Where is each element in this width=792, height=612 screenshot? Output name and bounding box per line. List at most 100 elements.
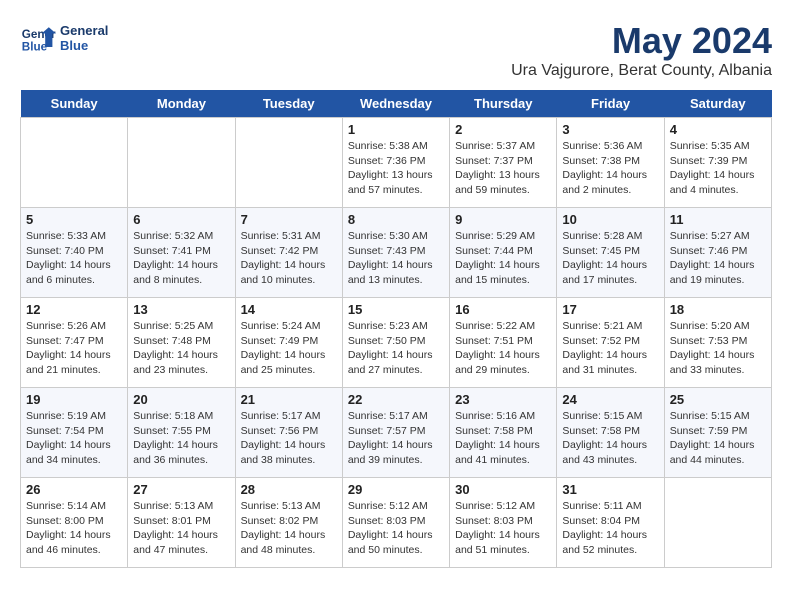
cell-info: Sunrise: 5:32 AM Sunset: 7:41 PM Dayligh… [133,229,229,288]
calendar-cell: 15 Sunrise: 5:23 AM Sunset: 7:50 PM Dayli… [342,298,449,388]
date-number: 1 [348,122,444,137]
date-number: 24 [562,392,658,407]
date-number: 14 [241,302,337,317]
week-row-1: 5 Sunrise: 5:33 AM Sunset: 7:40 PM Daylig… [21,208,772,298]
calendar-cell: 23Sunrise: 5:16 AM Sunset: 7:58 PM Dayli… [450,388,557,478]
cell-info: Sunrise: 5:28 AM Sunset: 7:45 PM Dayligh… [562,229,658,288]
cell-info: Sunrise: 5:26 AM Sunset: 7:47 PM Dayligh… [26,319,122,378]
cell-info: Sunrise: 5:22 AM Sunset: 7:51 PM Dayligh… [455,319,551,378]
calendar-cell: 24 Sunrise: 5:15 AM Sunset: 7:58 PM Dayli… [557,388,664,478]
calendar-cell: 25Sunrise: 5:15 AM Sunset: 7:59 PM Dayli… [664,388,771,478]
cell-info: Sunrise: 5:20 AM Sunset: 7:53 PM Dayligh… [670,319,766,378]
cell-info: Sunrise: 5:36 AM Sunset: 7:38 PM Dayligh… [562,139,658,198]
date-number: 3 [562,122,658,137]
calendar-cell: 31Sunrise: 5:11 AM Sunset: 8:04 PM Dayli… [557,478,664,568]
calendar-cell [664,478,771,568]
date-number: 8 [348,212,444,227]
calendar-cell: 9Sunrise: 5:29 AM Sunset: 7:44 PM Daylig… [450,208,557,298]
weekday-header-saturday: Saturday [664,90,771,118]
weekday-header-tuesday: Tuesday [235,90,342,118]
calendar-cell: 4 Sunrise: 5:35 AM Sunset: 7:39 PM Daylig… [664,118,771,208]
calendar-cell: 16Sunrise: 5:22 AM Sunset: 7:51 PM Dayli… [450,298,557,388]
cell-info: Sunrise: 5:38 AM Sunset: 7:36 PM Dayligh… [348,139,444,198]
title-block: May 2024 Ura Vajgurore, Berat County, Al… [511,20,772,80]
cell-info: Sunrise: 5:21 AM Sunset: 7:52 PM Dayligh… [562,319,658,378]
date-number: 7 [241,212,337,227]
calendar-cell: 3 Sunrise: 5:36 AM Sunset: 7:38 PM Daylig… [557,118,664,208]
cell-info: Sunrise: 5:17 AM Sunset: 7:57 PM Dayligh… [348,409,444,468]
date-number: 29 [348,482,444,497]
cell-info: Sunrise: 5:31 AM Sunset: 7:42 PM Dayligh… [241,229,337,288]
weekday-header-thursday: Thursday [450,90,557,118]
date-number: 30 [455,482,551,497]
logo-blue: Blue [60,38,108,53]
date-number: 28 [241,482,337,497]
cell-info: Sunrise: 5:12 AM Sunset: 8:03 PM Dayligh… [348,499,444,558]
calendar-cell: 20 Sunrise: 5:18 AM Sunset: 7:55 PM Dayli… [128,388,235,478]
weekday-header-friday: Friday [557,90,664,118]
calendar-cell: 5 Sunrise: 5:33 AM Sunset: 7:40 PM Daylig… [21,208,128,298]
calendar-cell: 14 Sunrise: 5:24 AM Sunset: 7:49 PM Dayli… [235,298,342,388]
cell-info: Sunrise: 5:24 AM Sunset: 7:49 PM Dayligh… [241,319,337,378]
date-number: 10 [562,212,658,227]
calendar-cell [128,118,235,208]
calendar-cell: 11 Sunrise: 5:27 AM Sunset: 7:46 PM Dayli… [664,208,771,298]
cell-info: Sunrise: 5:18 AM Sunset: 7:55 PM Dayligh… [133,409,229,468]
date-number: 21 [241,392,337,407]
calendar-cell: 22 Sunrise: 5:17 AM Sunset: 7:57 PM Dayli… [342,388,449,478]
cell-info: Sunrise: 5:23 AM Sunset: 7:50 PM Dayligh… [348,319,444,378]
cell-info: Sunrise: 5:19 AM Sunset: 7:54 PM Dayligh… [26,409,122,468]
calendar-cell [21,118,128,208]
week-row-3: 19 Sunrise: 5:19 AM Sunset: 7:54 PM Dayli… [21,388,772,478]
location: Ura Vajgurore, Berat County, Albania [511,62,772,80]
month-title: May 2024 [511,20,772,62]
cell-info: Sunrise: 5:30 AM Sunset: 7:43 PM Dayligh… [348,229,444,288]
cell-info: Sunrise: 5:15 AM Sunset: 7:58 PM Dayligh… [562,409,658,468]
week-row-4: 26Sunrise: 5:14 AM Sunset: 8:00 PM Dayli… [21,478,772,568]
cell-info: Sunrise: 5:14 AM Sunset: 8:00 PM Dayligh… [26,499,122,558]
date-number: 15 [348,302,444,317]
calendar-cell: 6 Sunrise: 5:32 AM Sunset: 7:41 PM Daylig… [128,208,235,298]
date-number: 4 [670,122,766,137]
cell-info: Sunrise: 5:13 AM Sunset: 8:02 PM Dayligh… [241,499,337,558]
date-number: 11 [670,212,766,227]
cell-info: Sunrise: 5:16 AM Sunset: 7:58 PM Dayligh… [455,409,551,468]
calendar-cell: 28 Sunrise: 5:13 AM Sunset: 8:02 PM Dayli… [235,478,342,568]
date-number: 22 [348,392,444,407]
date-number: 13 [133,302,229,317]
calendar-cell: 18 Sunrise: 5:20 AM Sunset: 7:53 PM Dayli… [664,298,771,388]
date-number: 20 [133,392,229,407]
page-header: General Blue General Blue May 2024 Ura V… [20,20,772,80]
calendar-table: SundayMondayTuesdayWednesdayThursdayFrid… [20,90,772,568]
date-number: 18 [670,302,766,317]
calendar-cell: 8 Sunrise: 5:30 AM Sunset: 7:43 PM Daylig… [342,208,449,298]
cell-info: Sunrise: 5:27 AM Sunset: 7:46 PM Dayligh… [670,229,766,288]
date-number: 19 [26,392,122,407]
calendar-cell: 7 Sunrise: 5:31 AM Sunset: 7:42 PM Daylig… [235,208,342,298]
calendar-cell: 1 Sunrise: 5:38 AM Sunset: 7:36 PM Daylig… [342,118,449,208]
cell-info: Sunrise: 5:33 AM Sunset: 7:40 PM Dayligh… [26,229,122,288]
cell-info: Sunrise: 5:12 AM Sunset: 8:03 PM Dayligh… [455,499,551,558]
date-number: 5 [26,212,122,227]
cell-info: Sunrise: 5:25 AM Sunset: 7:48 PM Dayligh… [133,319,229,378]
weekday-header-monday: Monday [128,90,235,118]
weekday-header-sunday: Sunday [21,90,128,118]
date-number: 17 [562,302,658,317]
calendar-cell: 26Sunrise: 5:14 AM Sunset: 8:00 PM Dayli… [21,478,128,568]
calendar-cell: 21Sunrise: 5:17 AM Sunset: 7:56 PM Dayli… [235,388,342,478]
date-number: 31 [562,482,658,497]
calendar-cell: 10 Sunrise: 5:28 AM Sunset: 7:45 PM Dayli… [557,208,664,298]
calendar-cell: 29 Sunrise: 5:12 AM Sunset: 8:03 PM Dayli… [342,478,449,568]
weekday-header-row: SundayMondayTuesdayWednesdayThursdayFrid… [21,90,772,118]
date-number: 6 [133,212,229,227]
cell-info: Sunrise: 5:37 AM Sunset: 7:37 PM Dayligh… [455,139,551,198]
logo-icon: General Blue [20,20,56,56]
cell-info: Sunrise: 5:35 AM Sunset: 7:39 PM Dayligh… [670,139,766,198]
date-number: 12 [26,302,122,317]
date-number: 27 [133,482,229,497]
cell-info: Sunrise: 5:13 AM Sunset: 8:01 PM Dayligh… [133,499,229,558]
date-number: 9 [455,212,551,227]
logo: General Blue General Blue [20,20,108,56]
week-row-2: 12 Sunrise: 5:26 AM Sunset: 7:47 PM Dayli… [21,298,772,388]
weekday-header-wednesday: Wednesday [342,90,449,118]
